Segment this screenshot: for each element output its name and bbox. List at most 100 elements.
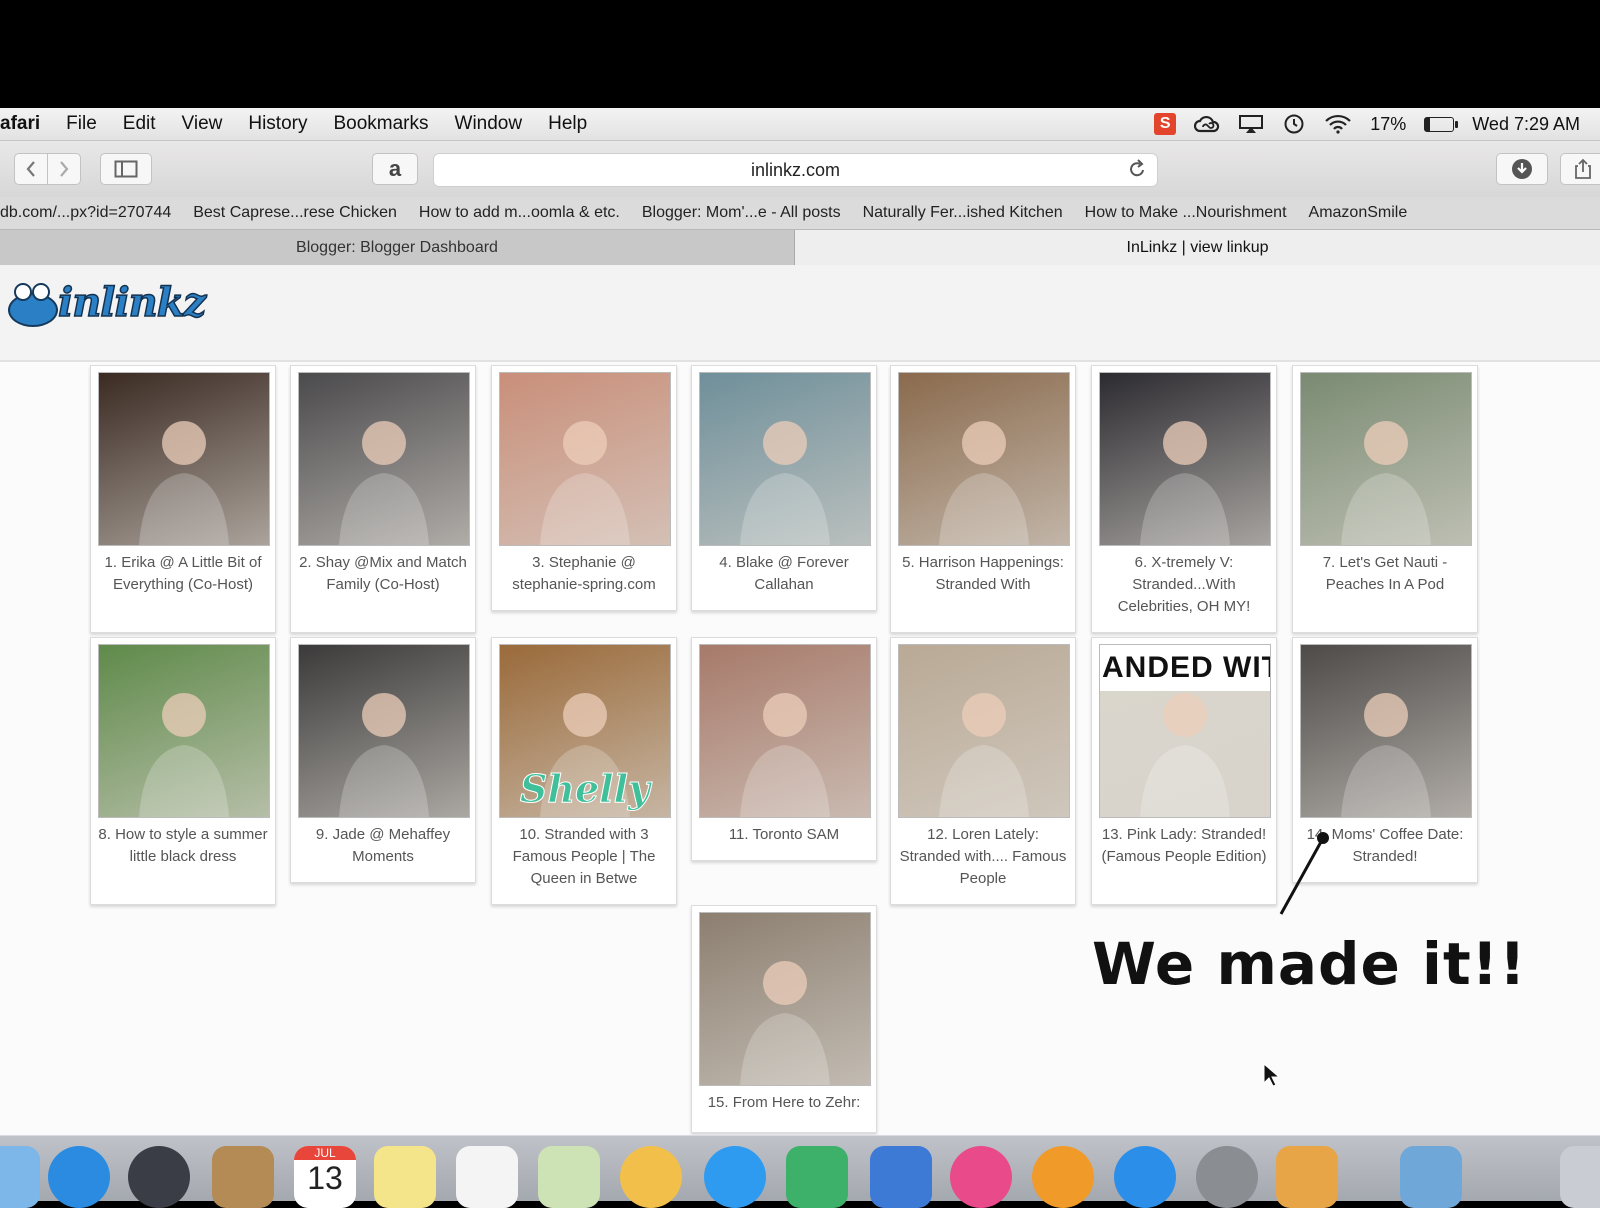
- woman-in-fedora-photo[interactable]: [898, 644, 1070, 818]
- linkup-entry[interactable]: 1. Erika @ A Little Bit of Everything (C…: [90, 365, 276, 633]
- shelly-portrait-photo[interactable]: Shelly: [499, 644, 671, 818]
- menu-help[interactable]: Help: [548, 113, 587, 135]
- clock[interactable]: Wed 7:29 AM: [1472, 114, 1580, 135]
- linkup-entry[interactable]: 14. Moms' Coffee Date: Stranded!: [1292, 637, 1478, 883]
- linkup-entry[interactable]: 8. How to style a summer little black dr…: [90, 637, 276, 905]
- inlinkz-logo[interactable]: inlinkz: [4, 278, 207, 327]
- entry-caption[interactable]: 14. Moms' Coffee Date: Stranded!: [1297, 824, 1473, 868]
- entry-caption[interactable]: 1. Erika @ A Little Bit of Everything (C…: [95, 552, 271, 596]
- bookmark-item[interactable]: Blogger: Mom'...e - All posts: [642, 204, 841, 222]
- forward-button[interactable]: [47, 153, 81, 185]
- car-selfie-photo[interactable]: [298, 644, 470, 818]
- family-at-night-photo[interactable]: [98, 372, 270, 546]
- linkup-entry[interactable]: 7. Let's Get Nauti - Peaches In A Pod: [1292, 365, 1478, 633]
- entry-caption[interactable]: 5. Harrison Happenings: Stranded With: [895, 552, 1071, 596]
- bookmark-item[interactable]: Best Caprese...rese Chicken: [193, 204, 397, 222]
- entry-caption[interactable]: 6. X-tremely V: Stranded...With Celebrit…: [1096, 552, 1272, 618]
- bookmark-item[interactable]: How to Make ...Nourishment: [1085, 204, 1287, 222]
- woman-in-denim-photo[interactable]: [699, 644, 871, 818]
- entry-caption[interactable]: 11. Toronto SAM: [696, 824, 872, 846]
- s-app-icon[interactable]: S: [1154, 113, 1177, 135]
- mouse-cursor-icon: [1263, 1063, 1279, 1087]
- two-women-sunglasses-photo[interactable]: [1300, 644, 1472, 818]
- tab-blogger-dashboard[interactable]: Blogger: Blogger Dashboard: [0, 230, 795, 265]
- entry-caption[interactable]: 9. Jade @ Mehaffey Moments: [295, 824, 471, 868]
- sidebar-toggle-button[interactable]: [100, 153, 152, 185]
- address-bar[interactable]: inlinkz.com: [433, 153, 1158, 187]
- system-preferences-icon[interactable]: [1196, 1146, 1258, 1208]
- finder-icon[interactable]: [0, 1146, 40, 1208]
- creative-cloud-icon[interactable]: [1194, 115, 1220, 133]
- family-with-kids-photo[interactable]: [298, 372, 470, 546]
- itunes-icon[interactable]: [950, 1146, 1012, 1208]
- menu-view[interactable]: View: [182, 113, 223, 135]
- linkup-entry[interactable]: 4. Blake @ Forever Callahan: [691, 365, 877, 611]
- wifi-icon[interactable]: [1324, 114, 1352, 134]
- battery-icon[interactable]: [1424, 116, 1459, 132]
- time-machine-icon[interactable]: [1282, 113, 1306, 135]
- entry-caption[interactable]: 15. From Here to Zehr:: [696, 1092, 872, 1114]
- calendar-icon[interactable]: JUL 13: [294, 1146, 356, 1208]
- linkup-entry[interactable]: 9. Jade @ Mehaffey Moments: [290, 637, 476, 883]
- keynote-icon[interactable]: [870, 1146, 932, 1208]
- preview-icon[interactable]: [1276, 1146, 1338, 1208]
- linkup-entry[interactable]: 6. X-tremely V: Stranded...With Celebrit…: [1091, 365, 1277, 633]
- entry-caption[interactable]: 12. Loren Lately: Stranded with.... Famo…: [895, 824, 1071, 890]
- linkup-entry[interactable]: 15. From Here to Zehr:: [691, 905, 877, 1133]
- sepia-woman-portrait-photo[interactable]: [699, 912, 871, 1086]
- menu-file[interactable]: File: [66, 113, 97, 135]
- linkup-entry[interactable]: 5. Harrison Happenings: Stranded With: [890, 365, 1076, 633]
- launchpad-icon[interactable]: [128, 1146, 190, 1208]
- bookmark-item[interactable]: db.com/...px?id=270744: [0, 204, 171, 222]
- menu-edit[interactable]: Edit: [123, 113, 156, 135]
- messages-icon[interactable]: [704, 1146, 766, 1208]
- share-button[interactable]: [1560, 153, 1600, 185]
- woman-smiling-photo[interactable]: [699, 372, 871, 546]
- entry-caption[interactable]: 10. Stranded with 3 Famous People | The …: [496, 824, 672, 890]
- app-store-icon[interactable]: [1114, 1146, 1176, 1208]
- trash-icon[interactable]: [1560, 1146, 1600, 1208]
- menu-window[interactable]: Window: [455, 113, 523, 135]
- linkup-entry[interactable]: Shelly 10. Stranded with 3 Famous People …: [491, 637, 677, 905]
- contacts-icon[interactable]: [212, 1146, 274, 1208]
- photo-subject-icon: [1341, 693, 1431, 817]
- back-button[interactable]: [14, 153, 48, 185]
- bookmark-item[interactable]: AmazonSmile: [1309, 204, 1408, 222]
- linkup-entry[interactable]: ANDED WIT 13. Pink Lady: Stranded! (Famou…: [1091, 637, 1277, 905]
- reload-icon[interactable]: [1127, 158, 1147, 180]
- airplay-icon[interactable]: [1238, 114, 1264, 134]
- photos-icon[interactable]: [620, 1146, 682, 1208]
- numbers-icon[interactable]: [786, 1146, 848, 1208]
- entry-caption[interactable]: 4. Blake @ Forever Callahan: [696, 552, 872, 596]
- linkup-entry[interactable]: 12. Loren Lately: Stranded with.... Famo…: [890, 637, 1076, 905]
- stranded-with-collage-photo[interactable]: ANDED WIT: [1099, 644, 1271, 818]
- tab-inlinkz[interactable]: InLinkz | view linkup: [795, 230, 1600, 265]
- menu-app-name[interactable]: afari: [0, 113, 40, 135]
- linkup-entry[interactable]: 11. Toronto SAM: [691, 637, 877, 861]
- menu-history[interactable]: History: [248, 113, 307, 135]
- woman-on-porch-steps-photo[interactable]: [898, 372, 1070, 546]
- entry-caption[interactable]: 13. Pink Lady: Stranded! (Famous People …: [1096, 824, 1272, 868]
- family-in-winter-hats-photo[interactable]: [1099, 372, 1271, 546]
- entry-caption[interactable]: 2. Shay @Mix and Match Family (Co-Host): [295, 552, 471, 596]
- reminders-icon[interactable]: [456, 1146, 518, 1208]
- maps-icon[interactable]: [538, 1146, 600, 1208]
- downloads-folder-icon[interactable]: [1400, 1146, 1462, 1208]
- menu-bookmarks[interactable]: Bookmarks: [333, 113, 428, 135]
- linkup-entry[interactable]: 2. Shay @Mix and Match Family (Co-Host): [290, 365, 476, 633]
- woman-drinking-juice-photo[interactable]: [499, 372, 671, 546]
- linkup-entry[interactable]: 3. Stephanie @ stephanie-spring.com: [491, 365, 677, 611]
- safari-icon[interactable]: [48, 1146, 110, 1208]
- amazon-extension-button[interactable]: a: [372, 153, 418, 185]
- woman-in-black-dress-photo[interactable]: [98, 644, 270, 818]
- entry-caption[interactable]: 8. How to style a summer little black dr…: [95, 824, 271, 868]
- woman-walking-outdoors-photo[interactable]: [1300, 372, 1472, 546]
- bookmark-item[interactable]: Naturally Fer...ished Kitchen: [863, 204, 1063, 222]
- bookmark-item[interactable]: How to add m...oomla & etc.: [419, 204, 620, 222]
- entry-caption[interactable]: 7. Let's Get Nauti - Peaches In A Pod: [1297, 552, 1473, 596]
- photo-subject-icon: [740, 421, 830, 545]
- entry-caption[interactable]: 3. Stephanie @ stephanie-spring.com: [496, 552, 672, 596]
- ibooks-icon[interactable]: [1032, 1146, 1094, 1208]
- downloads-button[interactable]: [1496, 153, 1548, 185]
- notes-icon[interactable]: [374, 1146, 436, 1208]
